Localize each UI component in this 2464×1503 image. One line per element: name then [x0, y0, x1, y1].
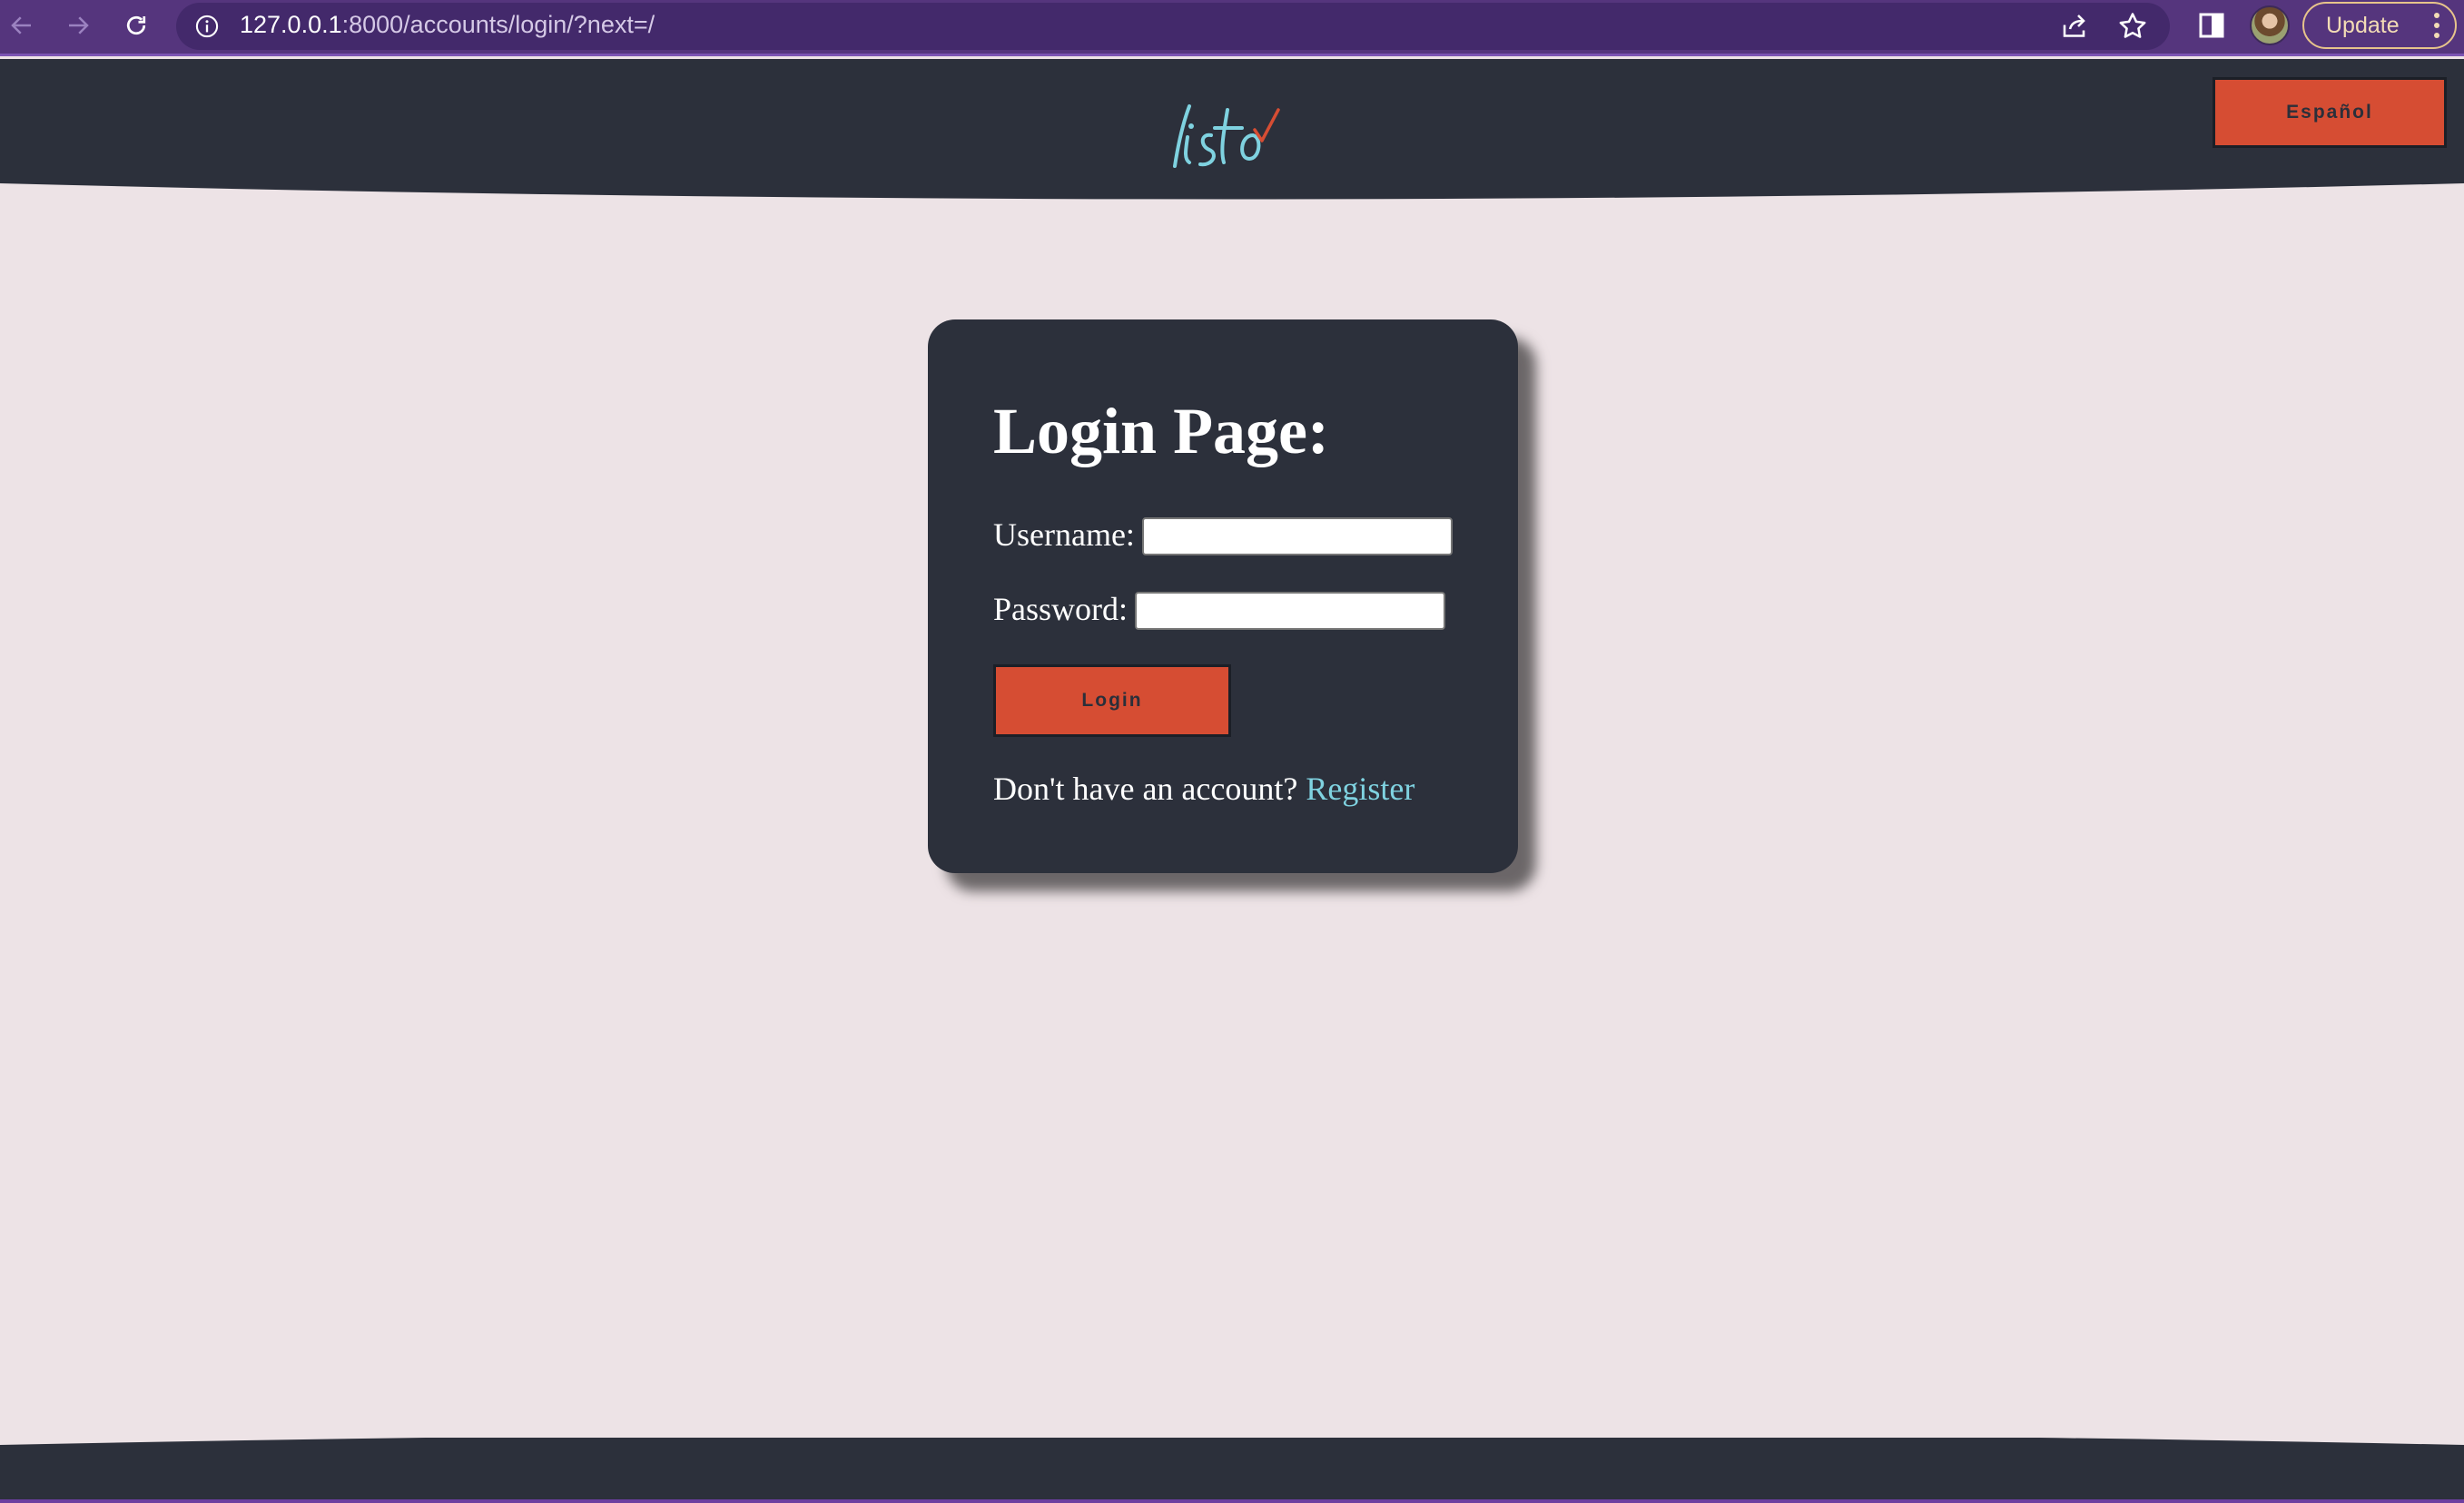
info-icon[interactable] — [194, 14, 220, 39]
password-label: Password: — [993, 591, 1129, 627]
username-label: Username: — [993, 516, 1135, 553]
profile-avatar[interactable] — [2250, 5, 2290, 45]
share-icon[interactable] — [2059, 10, 2092, 43]
forward-icon[interactable] — [60, 7, 96, 44]
url-text[interactable]: 127.0.0.1:8000/accounts/login/?next=/ — [240, 11, 655, 39]
reload-icon[interactable] — [118, 7, 154, 44]
more-icon[interactable] — [2433, 13, 2440, 38]
register-prompt: Don't have an account? Register — [993, 770, 1414, 808]
browser-toolbar: 127.0.0.1:8000/accounts/login/?next=/ Up… — [0, 0, 2464, 56]
url-host: 127.0.0.1 — [240, 11, 342, 38]
listo-logo[interactable]: listo — [1164, 95, 1282, 177]
url-path: :8000/accounts/login/?next=/ — [341, 11, 655, 38]
site-header: listo Español — [0, 59, 2464, 204]
username-input[interactable] — [1142, 517, 1453, 555]
star-icon[interactable] — [2116, 10, 2149, 43]
password-input[interactable] — [1135, 592, 1445, 630]
back-icon[interactable] — [4, 7, 40, 44]
page-title: Login Page: — [993, 395, 1329, 467]
register-prompt-text: Don't have an account? — [993, 771, 1298, 807]
register-link[interactable]: Register — [1306, 771, 1414, 807]
side-panel-icon[interactable] — [2195, 9, 2228, 42]
login-card: Login Page: Username: Password: Login Do… — [928, 319, 1518, 873]
site-footer — [0, 1438, 2464, 1503]
update-button[interactable]: Update — [2302, 2, 2457, 49]
language-toggle-button[interactable]: Español — [2213, 77, 2447, 148]
footer-background — [0, 1438, 2464, 1503]
address-bar[interactable]: 127.0.0.1:8000/accounts/login/?next=/ — [176, 3, 2170, 50]
update-label: Update — [2326, 12, 2400, 38]
footer-edge — [0, 1499, 2464, 1503]
login-button[interactable]: Login — [993, 664, 1231, 737]
